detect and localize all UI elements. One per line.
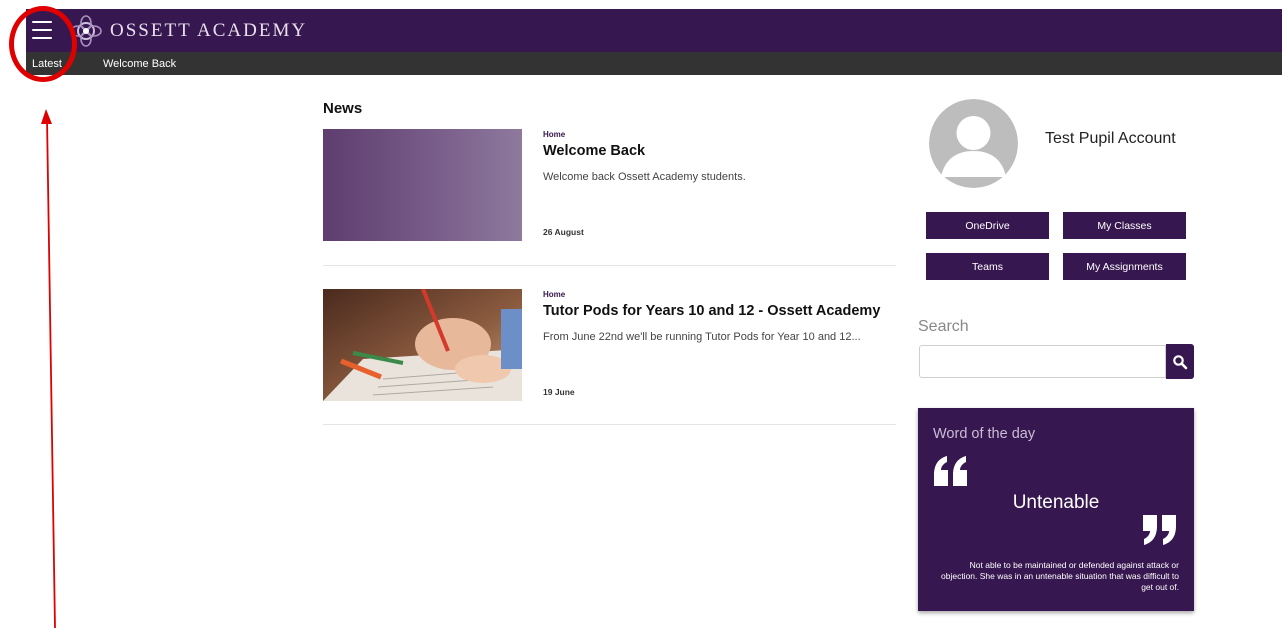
close-quote-icon bbox=[1143, 515, 1176, 545]
article-date: 26 August bbox=[543, 227, 584, 237]
top-header-bar: OSSETT ACADEMY bbox=[26, 9, 1282, 52]
news-heading: News bbox=[323, 100, 363, 117]
article-divider bbox=[323, 265, 896, 266]
article-title[interactable]: Tutor Pods for Years 10 and 12 - Ossett … bbox=[543, 303, 880, 319]
search-icon bbox=[1173, 354, 1188, 369]
academy-logo-icon bbox=[70, 15, 102, 47]
my-assignments-button[interactable]: My Assignments bbox=[1063, 253, 1186, 280]
article-category[interactable]: Home bbox=[543, 290, 565, 299]
article-divider bbox=[323, 424, 896, 425]
search-input[interactable] bbox=[919, 345, 1166, 378]
article-date: 19 June bbox=[543, 387, 575, 397]
article-summary: From June 22nd we'll be running Tutor Po… bbox=[543, 331, 861, 343]
subnav-item-latest[interactable]: Latest bbox=[32, 58, 62, 70]
word-of-the-day: Untenable bbox=[1012, 492, 1100, 513]
open-quote-icon bbox=[934, 456, 967, 486]
article-summary: Welcome back Ossett Academy students. bbox=[543, 171, 746, 183]
default-avatar-icon bbox=[929, 99, 1018, 188]
teams-button[interactable]: Teams bbox=[926, 253, 1049, 280]
article-thumbnail[interactable] bbox=[323, 129, 522, 241]
word-of-the-day-title: Word of the day bbox=[933, 426, 1036, 442]
sub-nav-bar: Latest Welcome Back bbox=[26, 52, 1282, 75]
article-category[interactable]: Home bbox=[543, 130, 565, 139]
article-thumbnail[interactable] bbox=[323, 289, 522, 401]
search-label: Search bbox=[918, 318, 969, 335]
my-classes-button[interactable]: My Classes bbox=[1063, 212, 1186, 239]
brand-name[interactable]: OSSETT ACADEMY bbox=[110, 20, 307, 42]
article-title[interactable]: Welcome Back bbox=[543, 143, 645, 159]
subnav-item-welcome-back[interactable]: Welcome Back bbox=[103, 58, 176, 70]
onedrive-button[interactable]: OneDrive bbox=[926, 212, 1049, 239]
word-of-the-day-card: Word of the day Untenable Not able to be… bbox=[918, 408, 1194, 611]
hamburger-menu-icon[interactable] bbox=[32, 21, 52, 39]
profile-name: Test Pupil Account bbox=[1045, 130, 1176, 147]
word-definition: Not able to be maintained or defended ag… bbox=[941, 560, 1179, 592]
search-button[interactable] bbox=[1166, 344, 1194, 379]
